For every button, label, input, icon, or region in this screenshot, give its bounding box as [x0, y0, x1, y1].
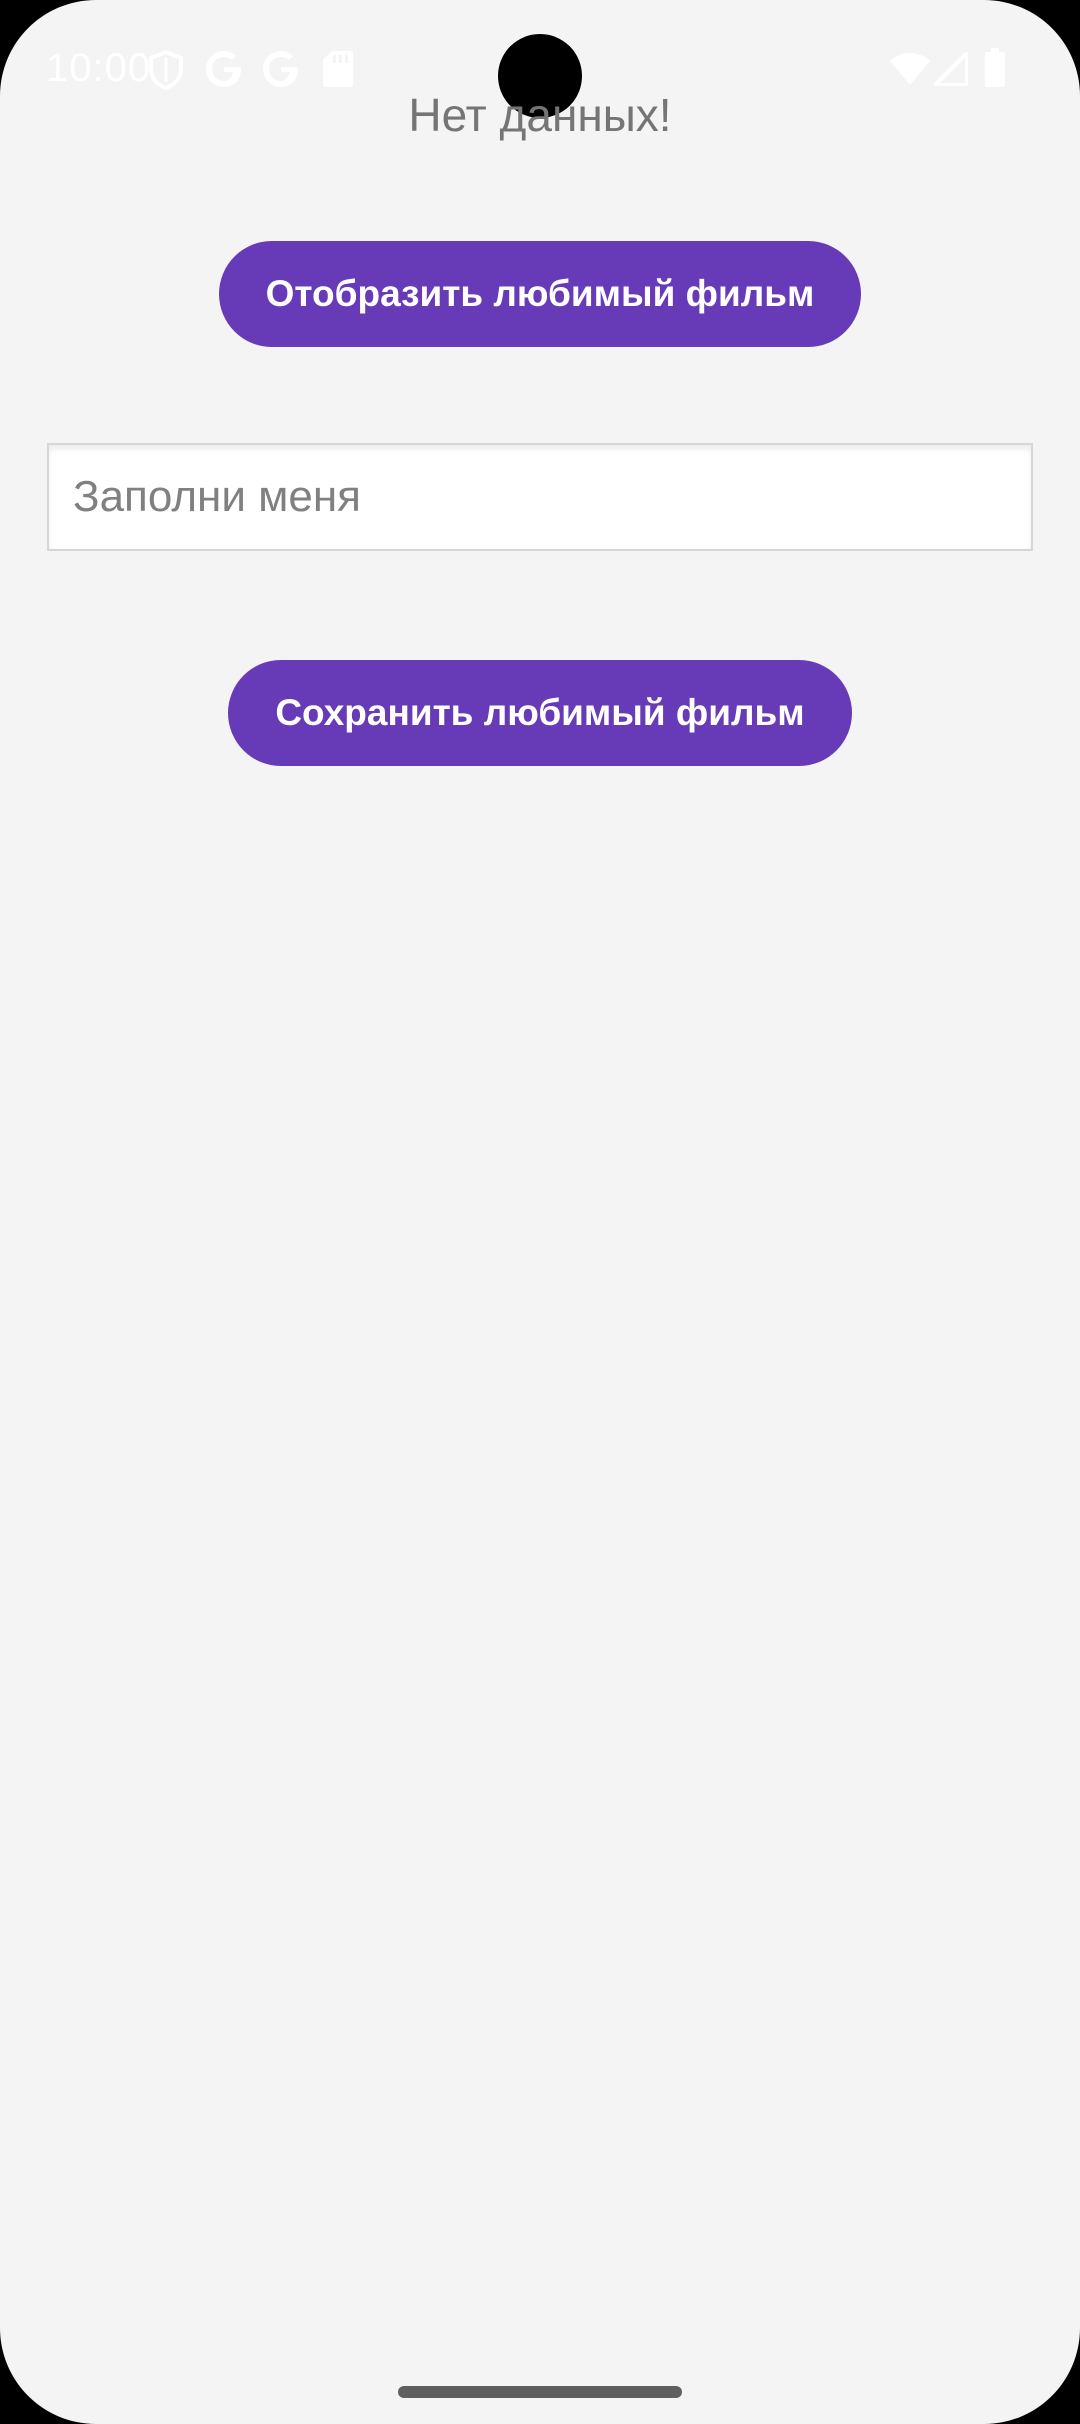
movie-input[interactable] — [71, 471, 1009, 523]
wifi-icon — [890, 52, 930, 91]
gesture-nav-handle[interactable] — [398, 2386, 682, 2398]
empty-state-text: Нет данных! — [408, 89, 672, 141]
show-favorite-movie-button[interactable]: Отобразить любимый фильм — [219, 241, 861, 347]
movie-input-container[interactable] — [47, 443, 1033, 551]
app-screen: 10:00 Нет данных! Отобразить любимый фил… — [0, 0, 1080, 2424]
battery-icon — [984, 48, 1006, 93]
signal-icon — [933, 51, 969, 91]
google-icon — [262, 50, 300, 93]
sd-card-icon — [322, 50, 354, 93]
status-time: 10:00 — [46, 46, 152, 90]
save-favorite-movie-button[interactable]: Сохранить любимый фильм — [228, 660, 852, 766]
google-icon — [205, 50, 243, 93]
